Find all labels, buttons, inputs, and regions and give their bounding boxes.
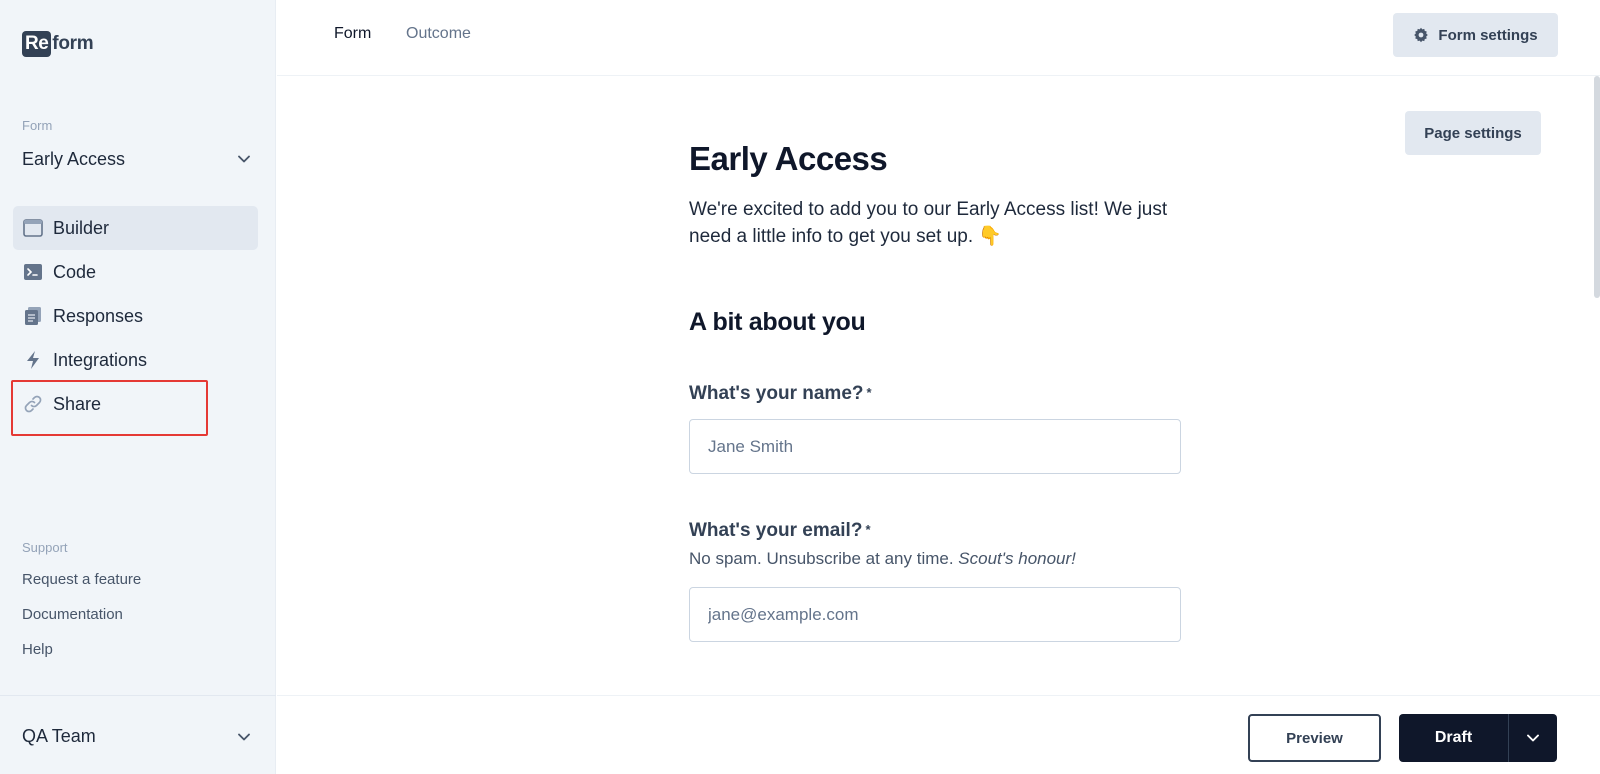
chevron-down-icon xyxy=(238,153,250,165)
team-bar: QA Team xyxy=(0,695,276,774)
sidebar-item-builder[interactable]: Builder xyxy=(13,206,258,250)
request-feature-link[interactable]: Request a feature xyxy=(22,570,141,605)
preview-button[interactable]: Preview xyxy=(1248,714,1381,762)
scrollbar[interactable] xyxy=(1594,76,1600,298)
window-icon xyxy=(23,218,43,238)
intro-text[interactable]: We're excited to add you to our Early Ac… xyxy=(689,196,1183,250)
support-links: Request a feature Documentation Help xyxy=(22,570,141,675)
sidebar-item-label: Code xyxy=(53,261,97,282)
form-canvas: Early Access We're excited to add you to… xyxy=(689,140,1183,642)
sidebar-item-label: Responses xyxy=(53,305,144,326)
sidebar: Re form Form Early Access Builder Code R… xyxy=(0,0,276,774)
draft-button[interactable]: Draft xyxy=(1399,714,1508,762)
question-email: What's your email? * No spam. Unsubscribe… xyxy=(689,520,1183,642)
name-field[interactable] xyxy=(689,419,1181,474)
sidebar-item-label: Integrations xyxy=(53,349,148,370)
gear-icon xyxy=(1413,27,1429,43)
sidebar-nav: Builder Code Responses Integrations Shar… xyxy=(13,206,258,426)
reform-logo[interactable]: Re form xyxy=(22,30,94,58)
question-label-text: What's your name? xyxy=(689,383,864,404)
sidebar-item-label: Share xyxy=(53,393,102,414)
chevron-down-icon xyxy=(238,731,250,743)
required-mark: * xyxy=(865,522,871,537)
email-field[interactable] xyxy=(689,587,1181,642)
terminal-icon xyxy=(23,262,43,282)
form-section-label: Form xyxy=(22,118,53,133)
help-text-emphasis: Scout's honour! xyxy=(958,549,1076,568)
page-settings-button[interactable]: Page settings xyxy=(1405,111,1541,155)
tab-form[interactable]: Form xyxy=(334,25,371,43)
page-title[interactable]: Early Access xyxy=(689,140,1183,178)
question-help-text: No spam. Unsubscribe at any time. Scout'… xyxy=(689,549,1183,569)
question-label[interactable]: What's your email? * xyxy=(689,520,1183,542)
draft-dropdown-toggle[interactable] xyxy=(1508,714,1557,762)
form-settings-label: Form settings xyxy=(1438,26,1538,44)
team-selector[interactable]: QA Team xyxy=(22,726,250,747)
clipboard-icon xyxy=(23,306,43,326)
lightning-icon xyxy=(23,350,43,370)
form-settings-button[interactable]: Form settings xyxy=(1393,13,1558,57)
question-name: What's your name? * xyxy=(689,383,1183,474)
sidebar-item-code[interactable]: Code xyxy=(13,250,258,294)
logo-mark: Re xyxy=(22,31,52,57)
sidebar-item-integrations[interactable]: Integrations xyxy=(13,338,258,382)
help-text: No spam. Unsubscribe at any time. xyxy=(689,549,954,568)
help-link[interactable]: Help xyxy=(22,640,141,675)
sidebar-item-share[interactable]: Share xyxy=(13,382,258,426)
section-heading[interactable]: A bit about you xyxy=(689,308,1183,337)
sidebar-item-label: Builder xyxy=(53,217,110,238)
draft-button-group: Draft xyxy=(1399,714,1557,762)
team-name: QA Team xyxy=(22,726,96,746)
required-mark: * xyxy=(866,385,872,400)
action-bar: Preview Draft xyxy=(277,695,1600,774)
top-bar: Form Outcome Form settings xyxy=(277,0,1600,76)
documentation-link[interactable]: Documentation xyxy=(22,605,141,640)
question-label-text: What's your email? xyxy=(689,520,863,541)
logo-wordmark: form xyxy=(52,33,94,54)
link-icon xyxy=(23,394,43,414)
question-label[interactable]: What's your name? * xyxy=(689,383,1183,405)
chevron-down-icon xyxy=(1527,729,1539,747)
form-selector[interactable]: Early Access xyxy=(22,146,250,172)
support-section-label: Support xyxy=(22,540,68,555)
form-selector-name: Early Access xyxy=(22,148,126,169)
sidebar-item-responses[interactable]: Responses xyxy=(13,294,258,338)
tab-outcome[interactable]: Outcome xyxy=(406,25,471,43)
